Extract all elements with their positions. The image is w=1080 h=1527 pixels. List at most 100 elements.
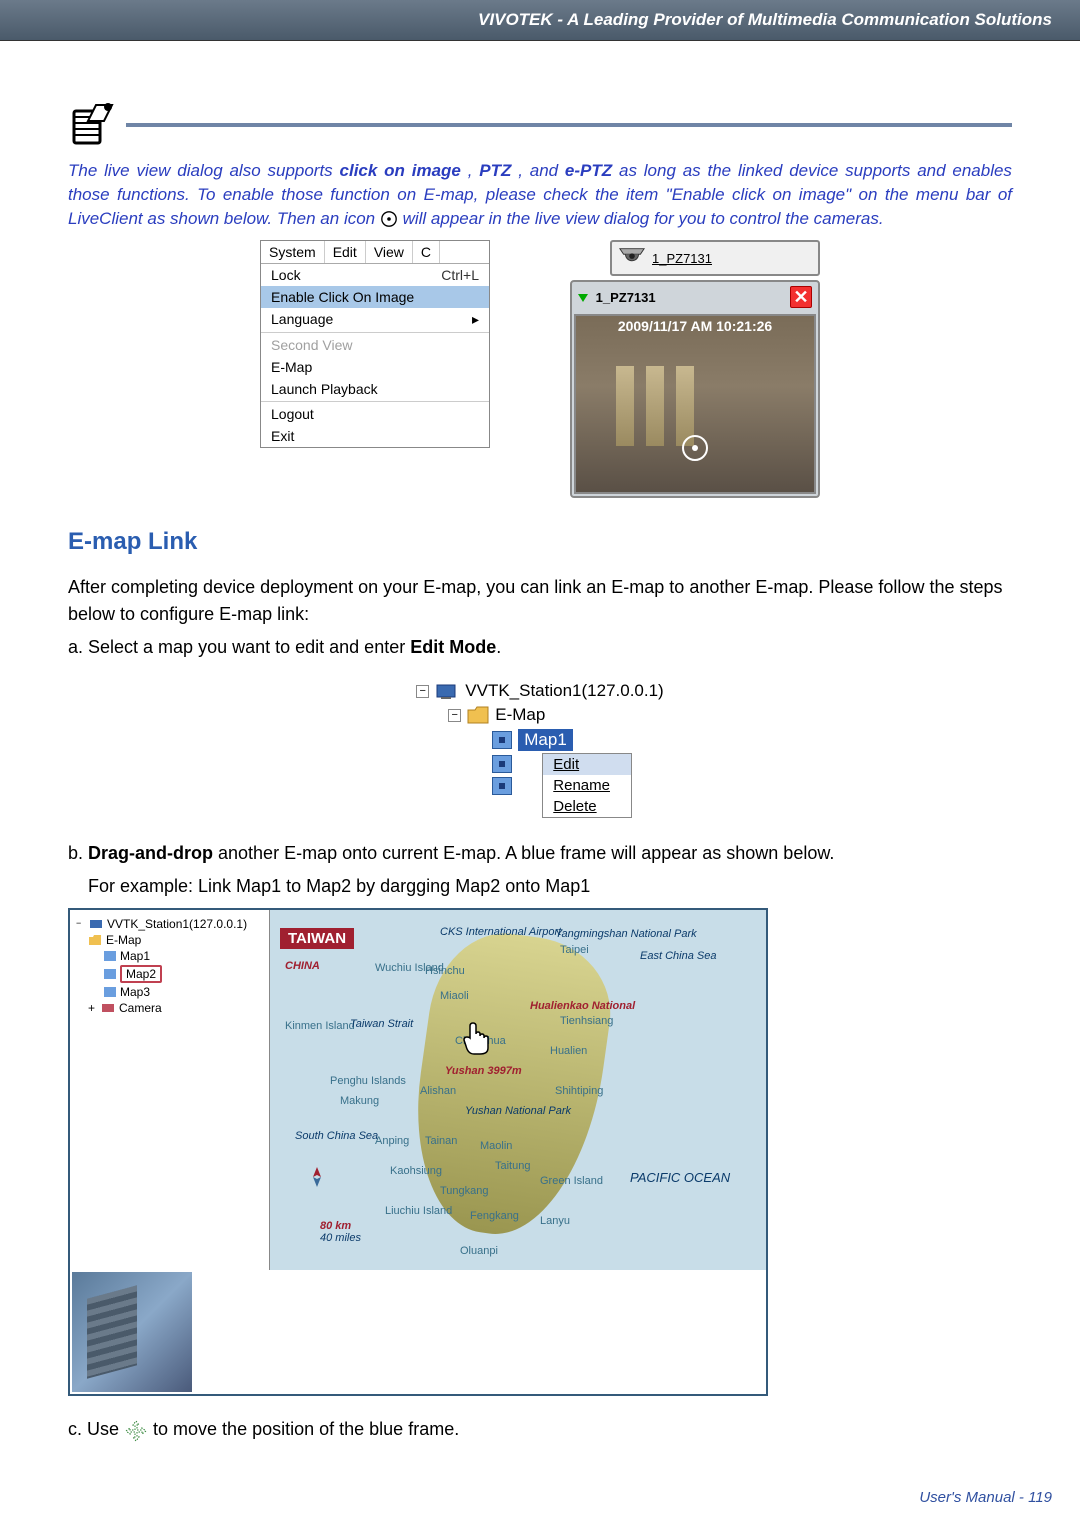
menu-tab-system[interactable]: System [261,241,325,263]
menu-separator [261,401,489,402]
menu-item-exit[interactable]: Exit [261,425,489,447]
text-frag: . [496,637,501,657]
menu-label: Language [271,311,333,328]
tree-label: Camera [119,1001,162,1015]
tree-row-map1[interactable]: Map1 [76,948,263,964]
note-strong-ptz: PTZ [479,161,511,180]
tree-row-map-blank[interactable] [492,775,512,797]
map-scale-mi: 40 miles [320,1232,361,1244]
close-button[interactable]: ✕ [790,286,812,308]
tree-row-map1[interactable]: Map1 [416,727,663,753]
map-label: Taitung [495,1160,530,1172]
menu-label: Enable Click On Image [271,289,414,305]
step-a: a. Select a map you want to edit and ent… [68,634,1012,661]
submenu-arrow-icon: ▸ [472,311,479,328]
menu-tab-c[interactable]: C [413,241,440,263]
menu-shortcut: Ctrl+L [441,267,479,283]
tree-row-camera[interactable]: + Camera [76,1000,263,1016]
tree-label: E-Map [106,933,141,947]
map-label: CKS International Airport [440,926,561,938]
menu-label: Logout [271,406,314,422]
map-label: Shihtiping [555,1085,603,1097]
map-icon [492,731,512,749]
menu-item-enable-click[interactable]: Enable Click On Image [261,286,489,308]
ctx-rename[interactable]: Rename [543,775,631,796]
live-feed-image [576,316,814,492]
map-label: Tienhsiang [560,1015,613,1027]
tree-label-dragged: Map2 [120,965,162,983]
note-bar [68,101,1012,149]
tree-label: E-Map [495,705,545,725]
tree-row-map3[interactable]: Map3 [76,984,263,1000]
ctx-edit[interactable]: Edit [543,754,631,775]
tree-row-station[interactable]: − VVTK_Station1(127.0.0.1) [416,679,663,703]
linked-map-thumbnail[interactable] [72,1272,192,1392]
map-label: Maolin [480,1140,512,1152]
map-icon [104,951,116,961]
tree-label: Map3 [120,985,150,999]
menu-label: Second View [271,337,352,353]
step-b-line1: b. Drag-and-drop another E-map onto curr… [68,840,1012,867]
map-label: Kaohsiung [390,1165,442,1177]
note-text-frag: The live view dialog also supports [68,161,340,180]
step-c: c. Use to move the position of the blue … [68,1416,1012,1443]
menu-item-logout[interactable]: Logout [261,403,489,425]
live-view-dialog: 1_PZ7131 1_PZ7131 ✕ 2009/11/17 AM 10:21:… [570,240,820,498]
map-label: Kinmen Island [285,1020,355,1032]
map-label: Penghu Islands [330,1075,406,1087]
ptz-target-icon[interactable] [681,434,709,462]
section-heading-emap-link: E-map Link [68,528,1012,556]
map-label: Lanyu [540,1215,570,1227]
step-b-line2: For example: Link Map1 to Map2 by darggi… [68,873,1012,900]
note-paragraph: The live view dialog also supports click… [68,159,1012,230]
tree-row-map2[interactable]: Map2 [76,964,263,984]
drag-cursor-icon [460,1020,492,1056]
note-rule [126,123,1012,127]
figure-row-1: System Edit View C Lock Ctrl+L Enable Cl… [68,240,1012,498]
tree-label: VVTK_Station1(127.0.0.1) [107,917,247,931]
note-text-frag: , and [518,161,565,180]
tree-row-emap[interactable]: − E-Map [416,703,663,727]
tree-row-station[interactable]: − VVTK_Station1(127.0.0.1) [76,916,263,932]
menu-item-lock[interactable]: Lock Ctrl+L [261,264,489,286]
map-scale-km: 80 km [320,1220,351,1232]
tree-label: Map1 [120,949,150,963]
panel-title: 1_PZ7131 [596,290,656,305]
menu-item-playback[interactable]: Launch Playback [261,378,489,400]
move-cursor-icon [124,1419,148,1443]
menu-tab-edit[interactable]: Edit [325,241,366,263]
collapse-icon[interactable]: − [416,685,429,698]
note-text-frag: , [468,161,480,180]
status-led-icon [578,294,588,302]
ctx-delete[interactable]: Delete [543,796,631,817]
intro-paragraph: After completing device deployment on yo… [68,574,1012,628]
collapse-icon[interactable]: − [76,920,85,929]
map-label: Yangmingshan National Park [555,928,697,940]
tree-row-map-blank[interactable] [492,753,512,775]
tree-label-selected: Map1 [518,729,573,751]
map-canvas[interactable]: TAIWAN CHINA CKS International Airport Y… [270,910,766,1270]
live-feed[interactable]: 2009/11/17 AM 10:21:26 [574,314,816,494]
map-label: East China Sea [640,950,716,962]
menu-item-language[interactable]: Language ▸ [261,308,489,331]
map-icon [104,987,116,997]
collapse-icon[interactable]: − [448,709,461,722]
taiwan-title: TAIWAN [280,928,354,949]
page-content: The live view dialog also supports click… [0,41,1080,1469]
menu-item-emap[interactable]: E-Map [261,356,489,378]
map-label: Oluanpi [460,1245,498,1257]
map-label: Hsinchu [425,965,465,977]
tree-figure: − VVTK_Station1(127.0.0.1) − E-Map Map1 [68,679,1012,818]
menu-tab-view[interactable]: View [366,241,413,263]
map-label: Hualienkao National [530,1000,635,1012]
map-label: Yushan National Park [465,1105,571,1117]
menu-label: E-Map [271,359,312,375]
map-label: Fengkang [470,1210,519,1222]
tree-row-emap[interactable]: E-Map [76,932,263,948]
menu-list: Lock Ctrl+L Enable Click On Image Langua… [261,264,489,447]
context-menu: Edit Rename Delete [542,753,632,818]
map-label: Taipei [560,944,589,956]
ptz-target-icon [380,210,398,228]
camera-tooltip: 1_PZ7131 [610,240,820,276]
system-menu: System Edit View C Lock Ctrl+L Enable Cl… [260,240,490,448]
